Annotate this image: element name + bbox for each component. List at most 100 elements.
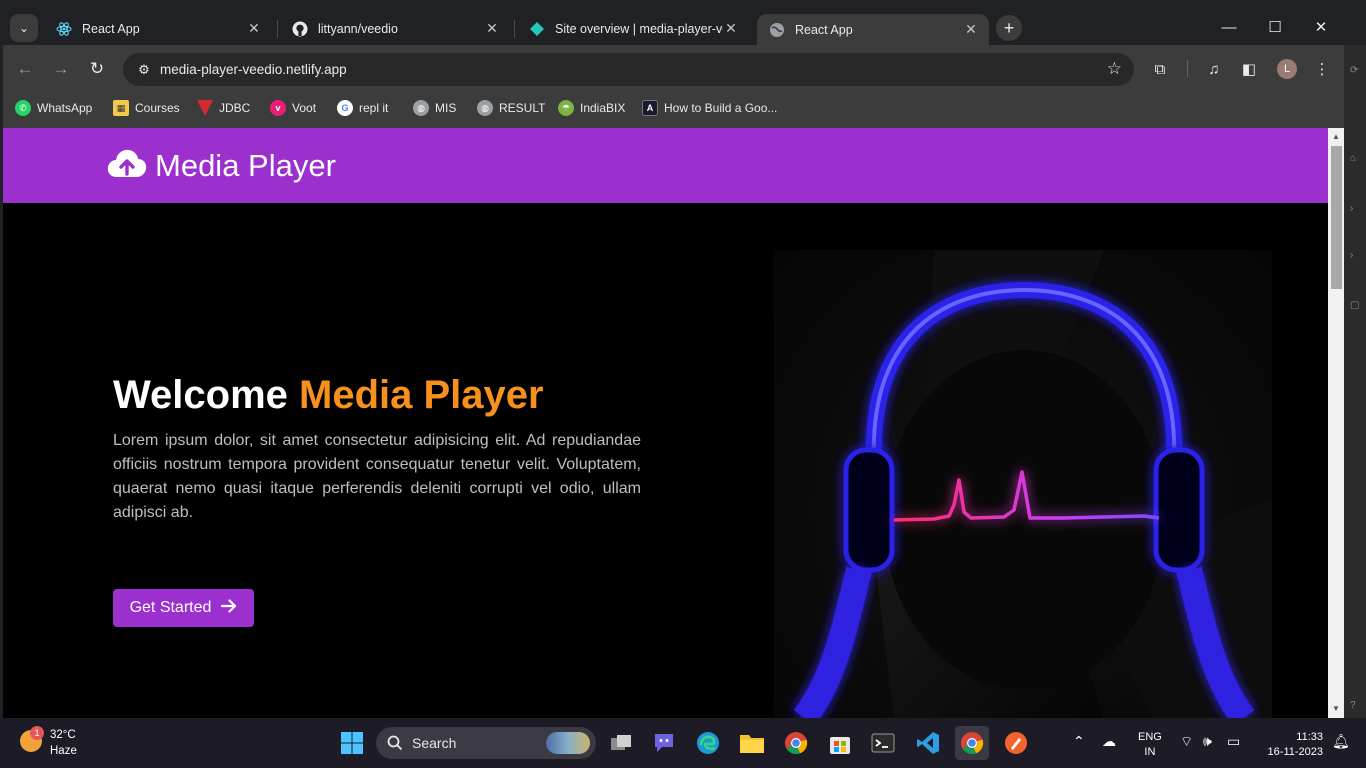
globe-icon	[769, 22, 785, 38]
new-tab-button[interactable]: +	[996, 15, 1022, 41]
extensions-button[interactable]: ⧉	[1148, 57, 1172, 81]
star-icon[interactable]: ☆	[1107, 59, 1122, 79]
store-button[interactable]	[826, 729, 854, 757]
minimize-button[interactable]: —	[1214, 14, 1244, 40]
show-hidden-icons[interactable]: ⌃	[1073, 733, 1085, 750]
globe-icon: ◍	[477, 100, 493, 116]
media-control-button[interactable]: ♫	[1202, 57, 1226, 81]
volume-status[interactable]: 🕪	[1203, 733, 1212, 750]
windows-icon	[341, 732, 363, 754]
chevron-up-icon: ⌃	[1073, 733, 1085, 749]
tab-react-app[interactable]: React App ✕	[44, 15, 272, 42]
tab-github[interactable]: littyann/veedio ✕	[280, 15, 510, 42]
wifi-icon: ⌔	[1180, 733, 1194, 749]
folder-icon	[740, 735, 764, 753]
chrome-active-button[interactable]	[955, 726, 989, 760]
brave-button[interactable]	[1002, 729, 1030, 757]
bookmark-label: MIS	[435, 101, 457, 115]
tab-search-button[interactable]: ⌄	[10, 14, 38, 42]
language-indicator[interactable]: ENG IN	[1138, 730, 1162, 760]
bookmark-label: Courses	[135, 101, 180, 115]
tab-react-app-active[interactable]: React App ✕	[757, 14, 989, 45]
edge-button[interactable]	[694, 729, 722, 757]
reload-button[interactable]: ↻	[85, 57, 109, 81]
plus-icon: +	[1003, 17, 1015, 38]
scroll-up-icon[interactable]: ▲	[1332, 132, 1340, 141]
scroll-down-icon[interactable]: ▼	[1332, 704, 1340, 713]
battery-status[interactable]: ▭	[1227, 733, 1240, 750]
bookmark-replit[interactable]: G repl it	[337, 100, 388, 116]
menu-button[interactable]: ⋮	[1310, 57, 1334, 81]
brand-logo[interactable]: Media Player	[107, 147, 336, 184]
weather-description[interactable]: Haze	[50, 745, 77, 757]
tab-separator	[277, 20, 278, 38]
scrollbar-thumb[interactable]	[1331, 146, 1342, 289]
bookmark-label: repl it	[359, 101, 389, 115]
teams-chat-button[interactable]	[650, 729, 678, 757]
site-info-icon[interactable]: ⚙	[135, 61, 153, 79]
bookmark-voot[interactable]: v Voot	[270, 100, 316, 116]
url-text[interactable]: media-player-veedio.netlify.app	[160, 62, 347, 77]
tab-label: React App	[795, 22, 853, 37]
hero-description: Lorem ipsum dolor, sit amet consectetur …	[113, 432, 641, 521]
bookmark-jdbc[interactable]: JDBC	[197, 100, 250, 116]
hero-title-accent: Media Player	[299, 373, 544, 417]
chrome-icon	[785, 732, 808, 755]
maximize-button[interactable]: ☐	[1260, 14, 1290, 40]
start-button[interactable]	[338, 729, 366, 757]
close-icon[interactable]: ✕	[484, 20, 500, 37]
site-header: Media Player	[3, 128, 1328, 203]
media-icon: ♫	[1208, 60, 1220, 78]
bookmark-mis[interactable]: ◍ MIS	[413, 100, 456, 116]
chrome-button[interactable]	[782, 729, 810, 757]
forward-button[interactable]: →	[49, 57, 73, 81]
region-code: IN	[1144, 746, 1156, 758]
close-icon[interactable]: ✕	[246, 20, 262, 37]
chevron-down-icon: ⌄	[18, 21, 30, 35]
get-started-label: Get Started	[129, 599, 212, 616]
notifications-button[interactable]: 🔔︎	[1332, 733, 1350, 750]
get-started-button[interactable]: Get Started	[113, 589, 254, 627]
tab-netlify[interactable]: Site overview | media-player-ve ✕	[517, 15, 749, 42]
close-icon[interactable]: ✕	[963, 21, 979, 38]
notification-badge: 1	[30, 726, 44, 740]
browser-toolbar: ← → ↻ ⚙ media-player-veedio.netlify.app …	[3, 45, 1344, 92]
weather-temperature[interactable]: 32°C	[50, 729, 76, 741]
bookmark-courses[interactable]: ▦ Courses	[113, 100, 180, 116]
github-icon	[292, 21, 308, 37]
system-clock[interactable]: 11:33 16-11-2023	[1259, 730, 1323, 760]
tab-separator	[514, 20, 515, 38]
onedrive-status[interactable]: ☁	[1102, 733, 1116, 750]
bookmark-how-to-build[interactable]: A How to Build a Goo...	[642, 100, 777, 116]
task-view-icon	[611, 735, 631, 750]
bookmark-label: IndiaBIX	[580, 101, 626, 115]
maximize-icon: ☐	[1268, 19, 1282, 36]
profile-avatar[interactable]: L	[1277, 59, 1297, 79]
taskbar-search[interactable]: Search	[376, 727, 596, 759]
bookmarks-bar: ✆ WhatsApp ▦ Courses JDBC v Voot G repl …	[3, 92, 1344, 128]
bookmark-whatsapp[interactable]: ✆ WhatsApp	[15, 100, 92, 116]
react-icon	[56, 21, 72, 37]
search-icon	[387, 735, 403, 751]
task-view-button[interactable]	[607, 729, 635, 757]
tab-label: Site overview | media-player-ve	[555, 21, 723, 36]
vscode-button[interactable]	[914, 729, 942, 757]
bookmark-result[interactable]: ◍ RESULT	[477, 100, 545, 116]
close-icon[interactable]: ✕	[723, 20, 739, 37]
wifi-status[interactable]: ⌔	[1180, 733, 1193, 751]
search-label: Search	[412, 735, 457, 751]
google-icon: G	[337, 100, 353, 116]
page-scrollbar[interactable]: ▲ ▼	[1328, 128, 1344, 718]
bell-icon: 🔔︎	[1332, 733, 1350, 749]
bookmark-label: RESULT	[499, 101, 546, 115]
address-bar[interactable]: ⚙ media-player-veedio.netlify.app ☆	[123, 53, 1134, 86]
clock-date: 16-11-2023	[1267, 746, 1323, 758]
bookmark-indiabix[interactable]: ☂ IndiaBIX	[558, 100, 625, 116]
terminal-button[interactable]	[869, 729, 897, 757]
close-window-button[interactable]: ✕	[1306, 14, 1336, 40]
back-button[interactable]: ←	[13, 57, 37, 81]
tab-label: React App	[82, 21, 140, 36]
whatsapp-icon: ✆	[15, 100, 31, 116]
file-explorer-button[interactable]	[738, 729, 766, 757]
side-panel-button[interactable]: ◧	[1237, 57, 1261, 81]
